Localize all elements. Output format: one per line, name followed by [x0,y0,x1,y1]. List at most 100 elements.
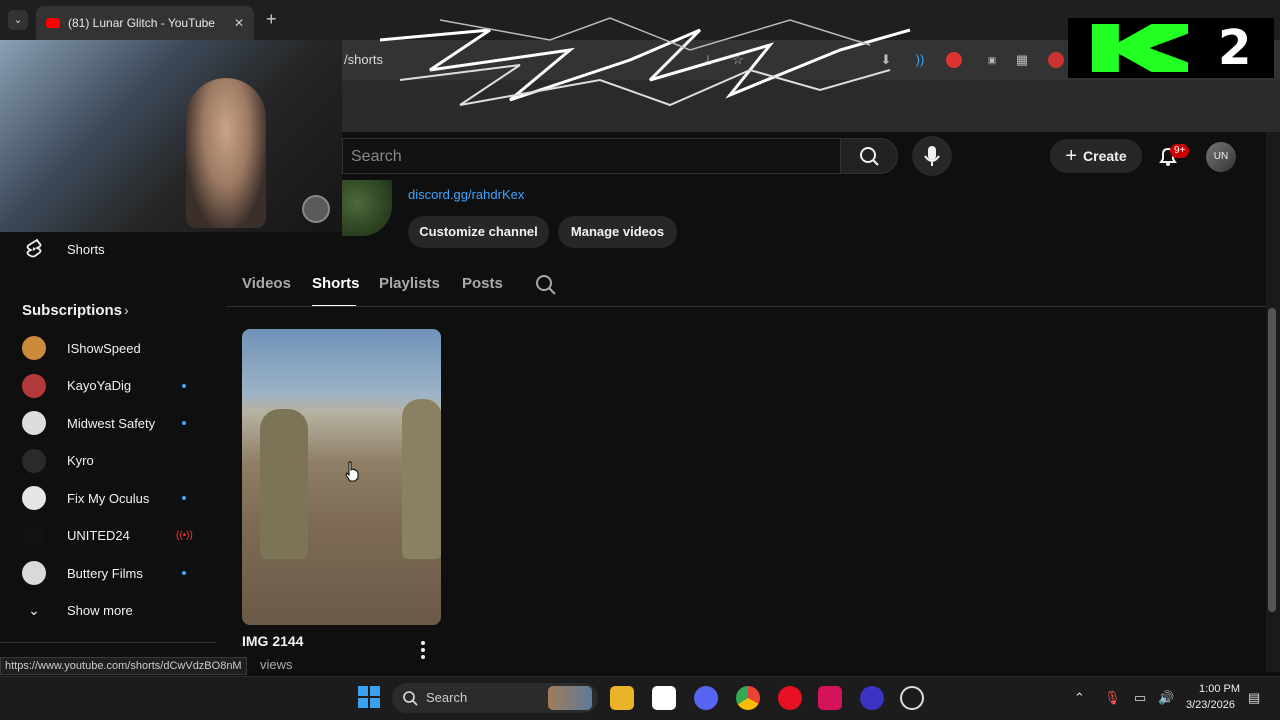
tab-shorts[interactable]: Shorts [312,275,360,292]
chrome-icon[interactable] [736,686,760,710]
notification-center-icon[interactable]: ▤ [1248,690,1260,706]
tabs-divider [226,306,1266,307]
subscription-label: Midwest Safety [67,415,156,431]
k-logo-shape [1092,24,1188,72]
voice-search-button[interactable] [912,136,952,176]
discord-icon[interactable] [694,686,718,710]
subscription-label: IShowSpeed [67,340,141,356]
sidebar-subscription-item[interactable]: UNITED24 ((•)) [0,517,216,555]
customize-channel-button[interactable]: Customize channel [408,216,549,248]
tray-network-icon[interactable]: ▭ [1134,690,1146,706]
search-input[interactable]: Search [342,138,840,174]
subscription-label: UNITED24 [67,528,130,543]
channel-avatar-icon [22,411,46,435]
search-icon [860,147,879,166]
logo-number-2: 2 [1218,20,1252,76]
shorts-icon [26,238,42,258]
channel-search-icon[interactable] [534,273,556,295]
short-views: views [260,657,293,672]
sidebar-divider [0,642,216,643]
tab-title: (81) Lunar Glitch - YouTube [68,16,215,30]
live-indicator-icon: ((•)) [176,530,193,541]
windows-taskbar [0,676,1280,720]
taskbar-time[interactable]: 1:00 PM [1196,683,1240,695]
chevron-down-icon: ⌄ [28,602,40,618]
channel-avatar-icon [22,486,46,510]
k2-logo: 2 [1068,18,1274,78]
create-button[interactable]: + Create [1050,139,1142,173]
channel-avatar-icon [22,523,46,548]
tab-playlists[interactable]: Playlists [379,275,440,292]
new-tab-icon[interactable]: + [266,9,277,30]
plus-icon: + [1065,144,1078,167]
tray-volume-icon[interactable]: 🔊 [1158,690,1174,706]
more-options-icon[interactable] [418,640,428,660]
sidebar-item-label: Shorts [67,241,105,257]
tray-mic-icon[interactable]: 🎙 [1104,690,1121,706]
link-preview-status: https://www.youtube.com/shorts/dCwVdzBO8… [0,657,247,675]
windows-start-icon[interactable] [358,686,380,708]
tray-overflow-icon[interactable]: ⌃ [1074,690,1085,706]
show-more-button[interactable]: ⌄ Show more [0,591,216,629]
short-title[interactable]: IMG 2144 [242,633,303,649]
youtube-favicon-icon [46,18,60,28]
subscription-label: Buttery Films [67,565,143,581]
browser-tab[interactable]: (81) Lunar Glitch - YouTube ✕ [36,6,254,40]
thumbnail-figure-left [260,409,308,559]
channel-avatar-icon [22,336,46,360]
tab-posts[interactable]: Posts [462,275,503,292]
create-label: Create [1083,148,1127,164]
account-avatar[interactable]: UN [1206,142,1236,172]
subscriptions-heading[interactable]: Subscriptions [22,302,122,319]
taskbar-search-icon [403,691,418,706]
extension-ext-icon[interactable]: ▣ [984,52,1000,68]
decorative-scribble-logo [379,17,911,107]
show-more-label: Show more [67,602,133,618]
subscription-label: Fix My Oculus [67,490,150,506]
tab-search-chevron-icon[interactable]: ⌄ [8,10,28,30]
scrollbar-thumb[interactable] [1268,308,1276,612]
capcut-icon[interactable] [652,686,676,710]
tab-videos[interactable]: Videos [242,275,291,292]
new-content-dot [182,496,186,500]
new-content-dot [182,421,186,425]
notification-count-badge: 9+ [1170,144,1190,158]
webcam-overlay [0,40,342,232]
new-content-dot [182,571,186,575]
new-content-dot [182,383,186,388]
file-explorer-icon[interactable] [610,686,634,710]
subscription-label: Kyro [67,453,94,468]
subscription-label: KayoYaDig [67,378,132,393]
channel-avatar-icon [22,448,46,473]
tab-close-icon[interactable]: ✕ [234,16,244,30]
sidebar-subscription-item[interactable]: Buttery Films [0,554,216,592]
taskbar-widget-image[interactable] [548,686,592,710]
opera-icon[interactable] [778,686,802,710]
channel-avatar [342,180,392,236]
hand-cursor-icon [345,461,359,482]
sidebar-subscription-item[interactable]: IShowSpeed [0,329,216,367]
thumbnail-figure-right [402,399,441,559]
streamer-figure [186,78,266,228]
streamer-microphone [302,195,330,223]
sidebar-subscription-item[interactable]: KayoYaDig [0,367,216,405]
chevron-right-icon[interactable]: › [124,302,129,318]
microphone-icon [924,146,940,166]
extension-pokeball-icon[interactable] [946,52,962,68]
app-a-icon[interactable] [818,686,842,710]
channel-avatar-icon [22,373,46,398]
taskbar-date[interactable]: 3/23/2026 [1186,699,1235,711]
sidebar-item-shorts[interactable]: Shorts [0,230,216,268]
sidebar-subscription-item[interactable]: Fix My Oculus [0,479,216,517]
search-button[interactable] [840,138,898,174]
extension-red-icon[interactable] [1048,52,1064,68]
sidebar-subscription-item[interactable]: Midwest Safety [0,404,216,442]
short-thumbnail[interactable] [242,329,441,625]
extension-qr-icon[interactable]: ▦ [1014,52,1030,68]
discord-link[interactable]: discord.gg/rahdrKex [408,187,524,202]
channel-avatar-icon [22,561,46,585]
manage-videos-button[interactable]: Manage videos [558,216,677,248]
sidebar-subscription-item[interactable]: Kyro [0,442,216,480]
app-circle-icon[interactable] [860,686,884,710]
app-chatgpt-icon[interactable] [900,686,924,710]
